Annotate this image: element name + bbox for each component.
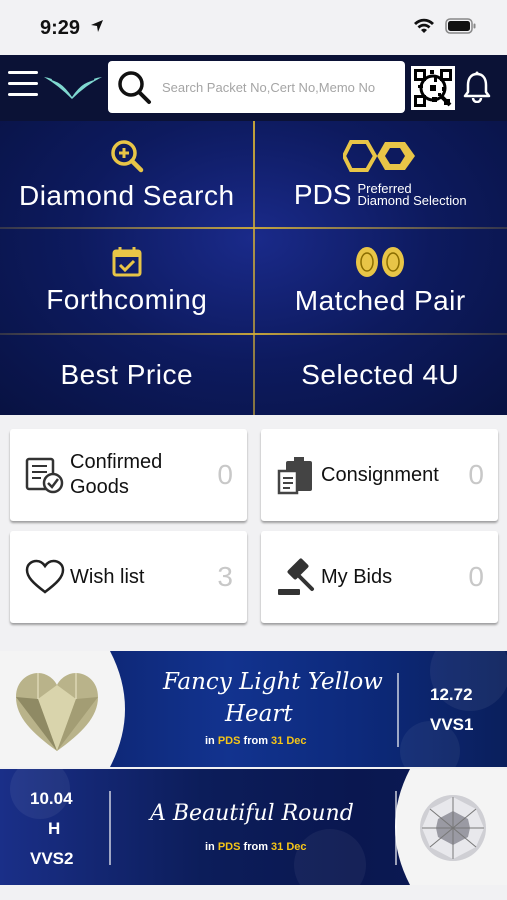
card-wish-list[interactable]: Wish list 3 — [10, 531, 247, 623]
card-label: Confirmed — [70, 451, 163, 473]
brand-logo — [44, 77, 102, 99]
location-arrow-icon — [91, 20, 103, 32]
banner-carat: 12.72 — [430, 685, 473, 704]
gavel-icon — [278, 558, 314, 595]
banner-in: in — [205, 841, 215, 853]
card-label: Goods — [70, 476, 129, 498]
tile-label: Forthcoming — [46, 284, 208, 315]
wifi-icon — [414, 18, 434, 33]
pds-sub-2: Diamond Selection — [357, 192, 467, 208]
card-count: 0 — [468, 561, 484, 592]
summary-cards: Confirmed Goods 0 Consignment 0 Wish list… — [0, 415, 507, 623]
banner-title: A Beautiful Round — [150, 801, 354, 826]
notification-bell-icon[interactable] — [462, 71, 492, 103]
consignment-icon — [277, 457, 312, 495]
card-count: 3 — [217, 561, 233, 592]
tile-pds[interactable]: PDS Preferred Diamond Selection — [254, 121, 507, 228]
tile-forthcoming[interactable]: Forthcoming — [0, 228, 254, 334]
banner-in: in — [205, 735, 215, 747]
bottom-strip — [0, 885, 507, 900]
main-menu-grid: Diamond Search PDS Preferred Diamond Sele… — [0, 121, 507, 415]
search-icon — [118, 71, 151, 104]
tile-label: Diamond Search — [18, 179, 235, 211]
banner-clarity: VVS1 — [430, 715, 474, 734]
card-label: Consignment — [321, 463, 439, 486]
search-bar[interactable] — [108, 61, 405, 113]
banner-title: Fancy Light Yellow — [163, 669, 383, 695]
checklist-icon — [25, 457, 64, 494]
banner-from: from — [243, 841, 268, 853]
status-bar: 9:29 — [0, 0, 507, 55]
qr-scan-icon[interactable] — [410, 65, 456, 111]
round-diamond-image — [420, 795, 486, 861]
pds-label: PDS — [293, 178, 352, 210]
heart-diamond-image — [16, 673, 98, 751]
banner-clarity: VVS2 — [30, 849, 74, 868]
card-my-bids[interactable]: My Bids 0 — [261, 531, 498, 623]
battery-icon — [445, 18, 476, 34]
card-label: Wish list — [70, 565, 145, 588]
banner-from: from — [243, 735, 268, 747]
promo-banner-round[interactable]: 10.04 H VVS2 A Beautiful Round in PDS fr… — [0, 769, 507, 885]
tile-label: Matched Pair — [294, 285, 466, 316]
grid-divider — [0, 333, 507, 335]
tile-matched-pair[interactable]: Matched Pair — [254, 228, 507, 334]
grid-divider — [253, 121, 255, 415]
hexagon-rings-icon — [343, 139, 416, 172]
tile-best-price[interactable]: Best Price — [0, 334, 254, 415]
search-input[interactable] — [162, 79, 392, 95]
calendar-check-icon — [112, 247, 142, 277]
banner-color: H — [48, 819, 61, 838]
card-count: 0 — [217, 459, 233, 490]
tile-label: Selected 4U — [301, 358, 460, 390]
grid-divider — [0, 227, 507, 229]
banner-carat: 10.04 — [30, 789, 73, 808]
card-consignment[interactable]: Consignment 0 — [261, 429, 498, 521]
magnify-plus-icon — [111, 139, 143, 172]
heart-icon — [25, 559, 65, 594]
card-count: 0 — [468, 459, 484, 490]
banner-pds: PDS — [217, 841, 241, 853]
banner-subtitle: Heart — [225, 701, 293, 727]
tile-label: Best Price — [60, 358, 194, 390]
card-confirmed-goods[interactable]: Confirmed Goods 0 — [10, 429, 247, 521]
banner-pds: PDS — [217, 735, 241, 747]
hamburger-menu-icon[interactable] — [8, 71, 38, 103]
app-header — [0, 55, 507, 121]
banner-date: 31 Dec — [271, 735, 307, 747]
diamond-pair-icon — [356, 247, 405, 277]
promo-banner-heart[interactable]: Fancy Light Yellow Heart in PDS from 31 … — [0, 651, 507, 767]
status-time: 9:29 — [40, 17, 81, 39]
tile-selected-4u[interactable]: Selected 4U — [254, 334, 507, 415]
card-label: My Bids — [321, 565, 393, 588]
banner-date: 31 Dec — [271, 841, 307, 853]
tile-diamond-search[interactable]: Diamond Search — [0, 121, 254, 228]
